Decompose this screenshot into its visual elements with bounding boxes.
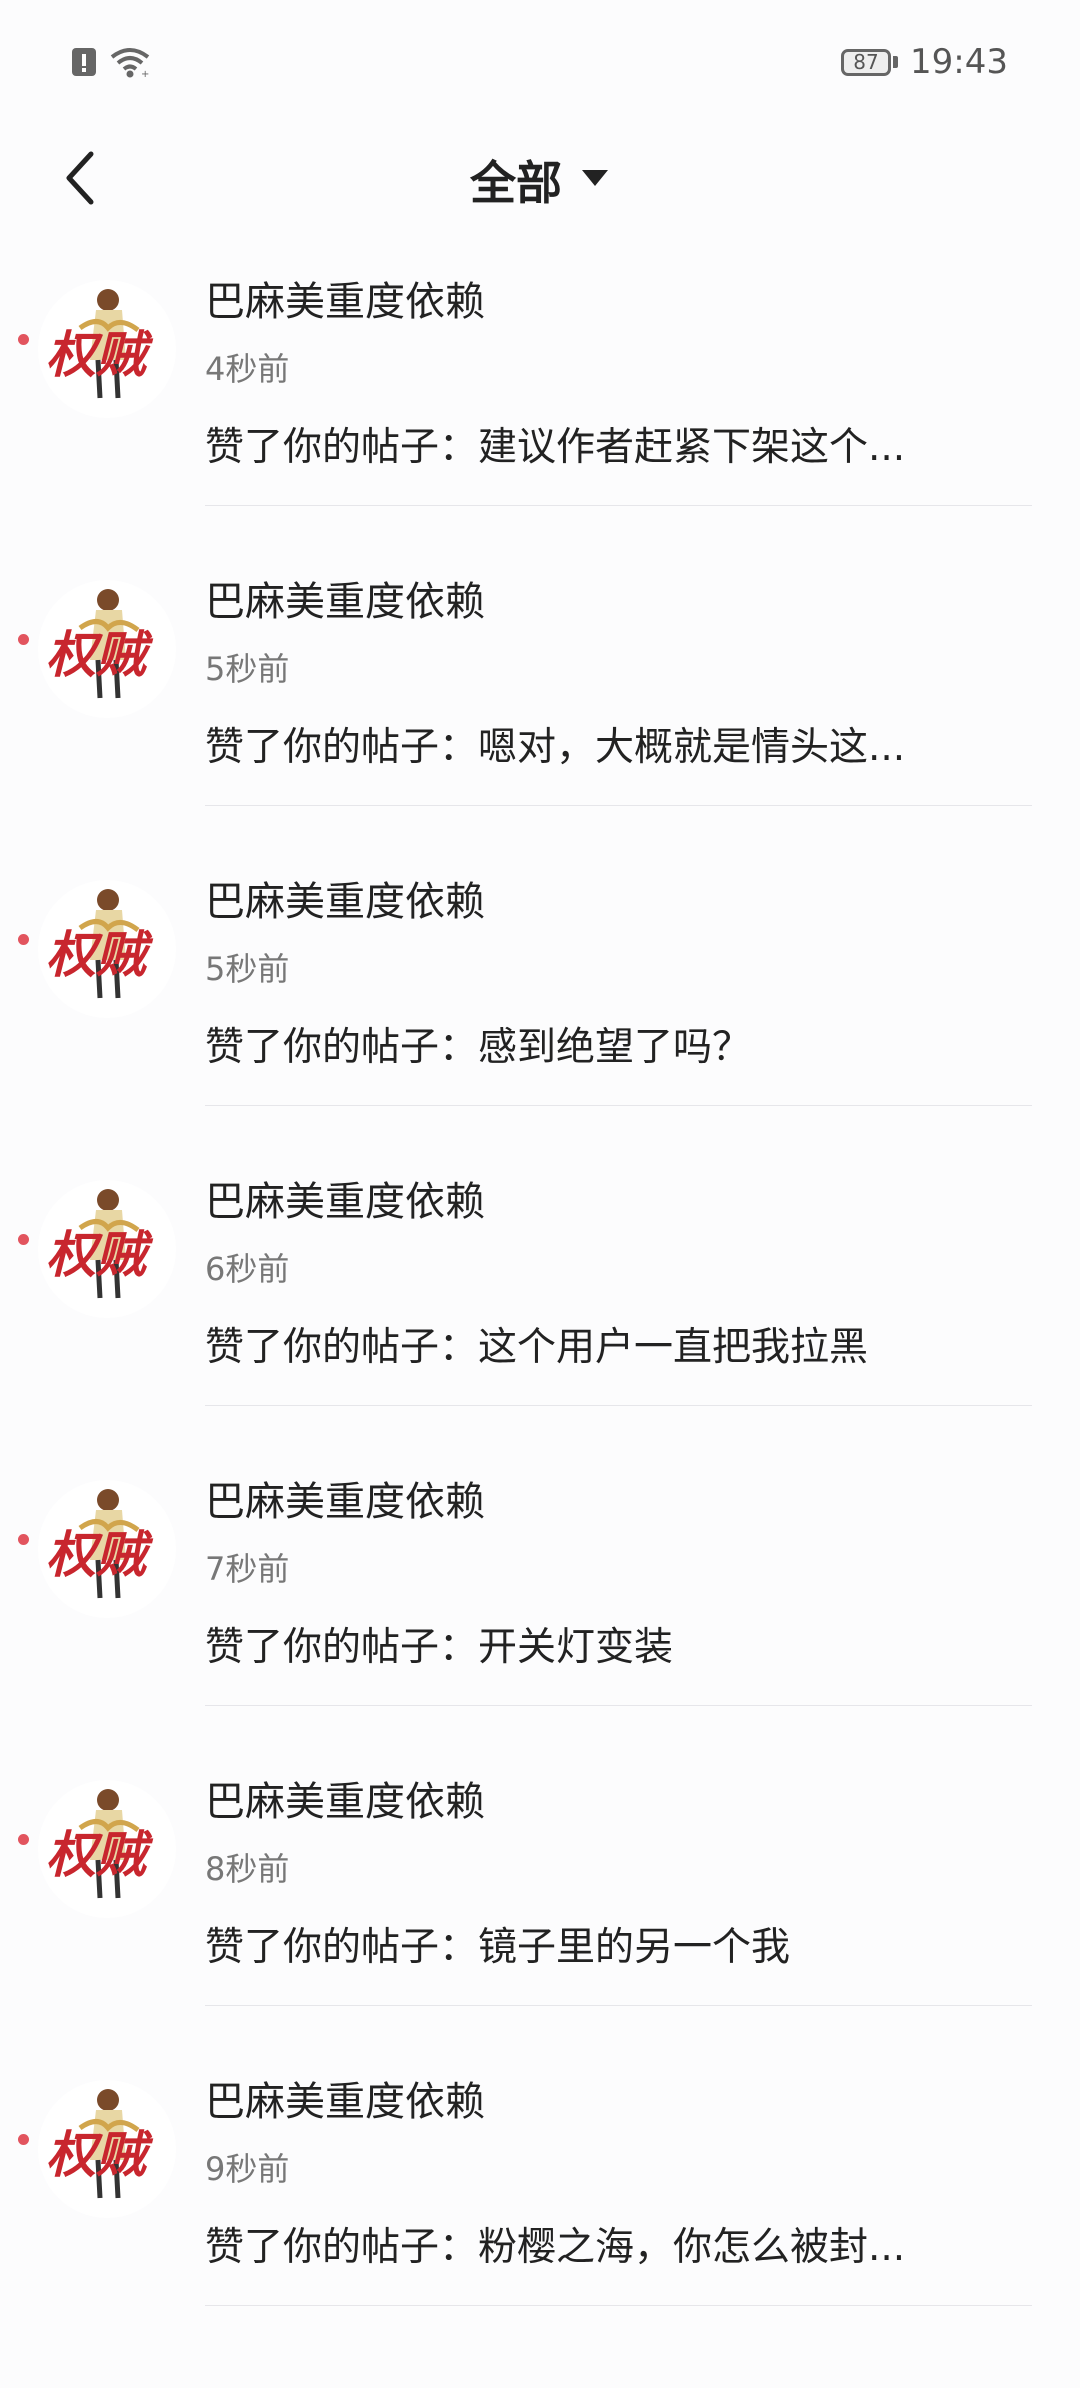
page-title: 全部 (470, 156, 562, 210)
user-name[interactable]: 巴麻美重度依赖 (205, 1178, 1035, 1226)
avatar[interactable]: 权贼 (38, 1480, 176, 1618)
notification-item[interactable]: 权贼 巴麻美重度依赖 5秒前 赞了你的帖子：嗯对，大概就是情头这... (0, 570, 1080, 870)
notification-item[interactable]: 权贼 巴麻美重度依赖 8秒前 赞了你的帖子：镜子里的另一个我 (0, 1770, 1080, 2070)
divider (205, 1105, 1032, 1106)
notification-message[interactable]: 赞了你的帖子：感到绝望了吗？ (205, 1024, 945, 1072)
battery-level: 87 (841, 48, 892, 76)
unread-dot (18, 1534, 29, 1545)
timestamp: 9秒前 (205, 2150, 290, 2188)
status-bar: + 87 19:43 (0, 0, 1080, 130)
svg-text:权贼: 权贼 (46, 325, 154, 384)
avatar[interactable]: 权贼 (38, 580, 176, 718)
notification-text: 巴麻美重度依赖 5秒前 赞了你的帖子：嗯对，大概就是情头这... (205, 570, 1035, 772)
wifi-icon: + (108, 45, 152, 83)
notification-list: 权贼 巴麻美重度依赖 4秒前 赞了你的帖子：建议作者赶紧下架这个... 权贼 巴… (0, 270, 1080, 2370)
notification-message[interactable]: 赞了你的帖子：镜子里的另一个我 (205, 1924, 945, 1972)
avatar[interactable]: 权贼 (38, 2080, 176, 2218)
dropdown-triangle-icon (580, 167, 610, 193)
unread-dot (18, 634, 29, 645)
notification-message[interactable]: 赞了你的帖子：这个用户一直把我拉黑 (205, 1324, 945, 1372)
svg-text:权贼: 权贼 (46, 625, 154, 684)
svg-text:权贼: 权贼 (46, 1225, 154, 1284)
notification-item[interactable]: 权贼 巴麻美重度依赖 9秒前 赞了你的帖子：粉樱之海，你怎么被封... (0, 2070, 1080, 2370)
alert-icon (70, 46, 98, 82)
divider (205, 2305, 1032, 2306)
avatar[interactable]: 权贼 (38, 880, 176, 1018)
divider (205, 1705, 1032, 1706)
notification-item[interactable]: 权贼 巴麻美重度依赖 7秒前 赞了你的帖子：开关灯变装 (0, 1470, 1080, 1770)
divider (205, 505, 1032, 506)
timestamp: 5秒前 (205, 950, 290, 988)
battery-indicator: 87 (841, 48, 899, 76)
notification-text: 巴麻美重度依赖 7秒前 赞了你的帖子：开关灯变装 (205, 1470, 1035, 1672)
status-right: 87 19:43 (841, 42, 1008, 82)
svg-text:+: + (141, 69, 149, 79)
timestamp: 4秒前 (205, 350, 290, 388)
status-left: + (70, 45, 152, 83)
svg-text:权贼: 权贼 (46, 1525, 154, 1584)
avatar[interactable]: 权贼 (38, 1780, 176, 1918)
user-name[interactable]: 巴麻美重度依赖 (205, 878, 1035, 926)
user-name[interactable]: 巴麻美重度依赖 (205, 1478, 1035, 1526)
timestamp: 5秒前 (205, 650, 290, 688)
notification-text: 巴麻美重度依赖 6秒前 赞了你的帖子：这个用户一直把我拉黑 (205, 1170, 1035, 1372)
divider (205, 2005, 1032, 2006)
timestamp: 8秒前 (205, 1850, 290, 1888)
svg-text:权贼: 权贼 (46, 1825, 154, 1884)
timestamp: 7秒前 (205, 1550, 290, 1588)
notification-message[interactable]: 赞了你的帖子：建议作者赶紧下架这个... (205, 424, 945, 472)
header: 全部 (0, 130, 1080, 230)
filter-dropdown[interactable]: 全部 (0, 130, 1080, 230)
svg-text:权贼: 权贼 (46, 925, 154, 984)
clock-time: 19:43 (910, 42, 1008, 82)
notification-message[interactable]: 赞了你的帖子：开关灯变装 (205, 1624, 945, 1672)
notification-item[interactable]: 权贼 巴麻美重度依赖 6秒前 赞了你的帖子：这个用户一直把我拉黑 (0, 1170, 1080, 1470)
divider (205, 805, 1032, 806)
notification-text: 巴麻美重度依赖 4秒前 赞了你的帖子：建议作者赶紧下架这个... (205, 270, 1035, 472)
user-name[interactable]: 巴麻美重度依赖 (205, 278, 1035, 326)
notification-message[interactable]: 赞了你的帖子：粉樱之海，你怎么被封... (205, 2224, 945, 2272)
unread-dot (18, 2134, 29, 2145)
user-name[interactable]: 巴麻美重度依赖 (205, 578, 1035, 626)
user-name[interactable]: 巴麻美重度依赖 (205, 2078, 1035, 2126)
svg-text:权贼: 权贼 (46, 2125, 154, 2184)
notification-item[interactable]: 权贼 巴麻美重度依赖 4秒前 赞了你的帖子：建议作者赶紧下架这个... (0, 270, 1080, 570)
unread-dot (18, 334, 29, 345)
notification-message[interactable]: 赞了你的帖子：嗯对，大概就是情头这... (205, 724, 945, 772)
divider (205, 1405, 1032, 1406)
unread-dot (18, 1834, 29, 1845)
notification-text: 巴麻美重度依赖 5秒前 赞了你的帖子：感到绝望了吗？ (205, 870, 1035, 1072)
notification-text: 巴麻美重度依赖 8秒前 赞了你的帖子：镜子里的另一个我 (205, 1770, 1035, 1972)
avatar[interactable]: 权贼 (38, 1180, 176, 1318)
timestamp: 6秒前 (205, 1250, 290, 1288)
unread-dot (18, 1234, 29, 1245)
battery-tip (893, 56, 899, 68)
user-name[interactable]: 巴麻美重度依赖 (205, 1778, 1035, 1826)
notification-text: 巴麻美重度依赖 9秒前 赞了你的帖子：粉樱之海，你怎么被封... (205, 2070, 1035, 2272)
avatar[interactable]: 权贼 (38, 280, 176, 418)
unread-dot (18, 934, 29, 945)
notification-item[interactable]: 权贼 巴麻美重度依赖 5秒前 赞了你的帖子：感到绝望了吗？ (0, 870, 1080, 1170)
